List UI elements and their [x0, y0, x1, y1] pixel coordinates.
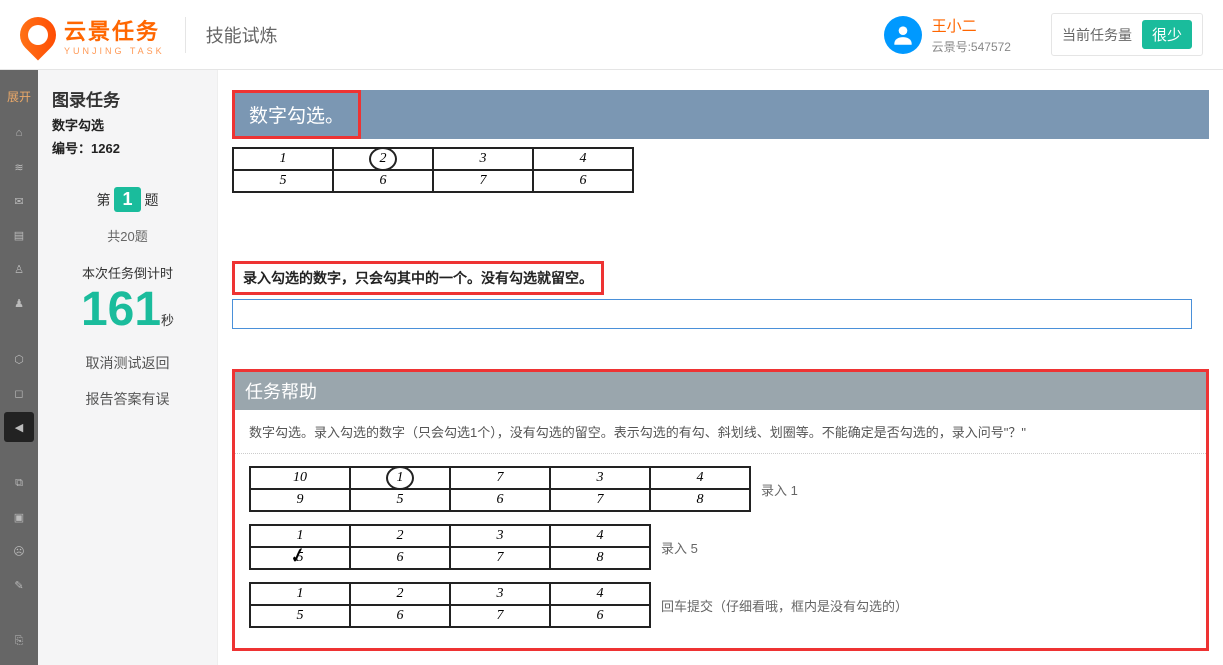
grid-cell: 1 — [233, 148, 333, 170]
task-load-badge: 很少 — [1142, 20, 1192, 49]
help-hint: 回车提交（仔细看哦，框内是没有勾选的） — [661, 596, 908, 615]
question-indicator: 第 1 题 — [96, 187, 158, 212]
section-title: 数字勾选。 — [232, 90, 361, 139]
task-load-label: 当前任务量 — [1062, 25, 1132, 45]
answer-input[interactable] — [232, 299, 1192, 329]
users-icon[interactable]: ♟ — [4, 288, 34, 318]
edit-icon[interactable]: ✎ — [4, 570, 34, 600]
rail-expand[interactable]: 展开 — [4, 78, 34, 114]
grid-cell: 4 — [533, 148, 633, 170]
user-id: 云景号:547572 — [932, 38, 1011, 55]
nav-rail: 展开 ⌂ ≋ ✉ ▤ ♙ ♟ ⬡ ◻ ◀ ⧉ ▣ ☹ ✎ ⎘ — [0, 70, 38, 665]
grid-cell: 6 — [333, 170, 433, 192]
help-description: 数字勾选。录入勾选的数字（只会勾选1个），没有勾选的留空。表示勾选的有勾、斜划线… — [235, 410, 1206, 454]
help-panel: 任务帮助 数字勾选。录入勾选的数字（只会勾选1个），没有勾选的留空。表示勾选的有… — [232, 369, 1209, 651]
countdown-value: 161 — [81, 282, 161, 337]
flame-icon — [13, 9, 64, 60]
total-questions: 共20题 — [52, 226, 203, 245]
help-hint: 录入 1 — [761, 480, 798, 499]
sidebar: 图录任务 数字勾选 编号：1262 第 1 题 共20题 本次任务倒计时 161… — [38, 70, 218, 665]
face-icon[interactable]: ☹ — [4, 536, 34, 566]
help-title: 任务帮助 — [235, 372, 1206, 410]
logo-main-text: 云景任务 — [64, 14, 165, 46]
side-title: 图录任务 — [52, 86, 203, 111]
user-block[interactable]: 王小二 云景号:547572 — [884, 15, 1011, 55]
user-name: 王小二 — [932, 15, 1011, 36]
layers-icon[interactable]: ≋ — [4, 152, 34, 182]
divider — [185, 17, 186, 53]
home-icon[interactable]: ⌂ — [4, 118, 34, 148]
task-load-box: 当前任务量 很少 — [1051, 13, 1203, 56]
countdown-label: 本次任务倒计时 — [52, 263, 203, 282]
report-answer-link[interactable]: 报告答案有误 — [52, 389, 203, 409]
help-hint: 录入 5 — [661, 538, 698, 557]
prompt-text: 录入勾选的数字，只会勾其中的一个。没有勾选就留空。 — [232, 261, 604, 295]
page-title: 技能试炼 — [206, 22, 278, 48]
grid-cell: 7 — [433, 170, 533, 192]
monitor-icon[interactable]: ▣ — [4, 502, 34, 532]
mail-icon[interactable]: ✉ — [4, 186, 34, 216]
collapse-icon[interactable]: ◀ — [4, 412, 34, 442]
grid-cell-circled: 2 — [333, 148, 433, 170]
task-type: 数字勾选 — [52, 115, 203, 134]
exit-icon[interactable]: ⎘ — [4, 626, 34, 656]
chart-icon[interactable]: ⧉ — [4, 468, 34, 498]
main-panel: 数字勾选。 1 2 3 4 5 6 7 6 录入勾选的数字，只会勾其中的一个。没… — [218, 70, 1223, 665]
grid-cell: 6 — [533, 170, 633, 192]
grid-cell: 3 — [433, 148, 533, 170]
cancel-test-link[interactable]: 取消测试返回 — [52, 353, 203, 373]
user-icon[interactable]: ♙ — [4, 254, 34, 284]
help-example-3: 1 2 3 4 5 6 7 6 回车提交（仔细看哦，框内是没有勾选的） — [235, 570, 1206, 628]
avatar-icon — [884, 16, 922, 54]
logo-sub-text: YUNJING TASK — [64, 46, 165, 56]
question-grid: 1 2 3 4 5 6 7 6 — [232, 147, 634, 193]
box-icon[interactable]: ◻ — [4, 378, 34, 408]
grid-cell: 5 — [233, 170, 333, 192]
logo[interactable]: 云景任务 YUNJING TASK — [20, 14, 165, 56]
shield-icon[interactable]: ⬡ — [4, 344, 34, 374]
task-number: 编号：1262 — [52, 138, 203, 157]
topbar: 云景任务 YUNJING TASK 技能试炼 王小二 云景号:547572 当前… — [0, 0, 1223, 70]
question-number-badge: 1 — [114, 187, 140, 212]
doc-icon[interactable]: ▤ — [4, 220, 34, 250]
countdown-unit: 秒 — [161, 313, 174, 328]
help-example-2: 1 2 3 4 5 6 7 8 录入 5 — [235, 512, 1206, 570]
help-example-1: 10 1 7 3 4 9 5 6 7 8 录入 1 — [235, 454, 1206, 512]
